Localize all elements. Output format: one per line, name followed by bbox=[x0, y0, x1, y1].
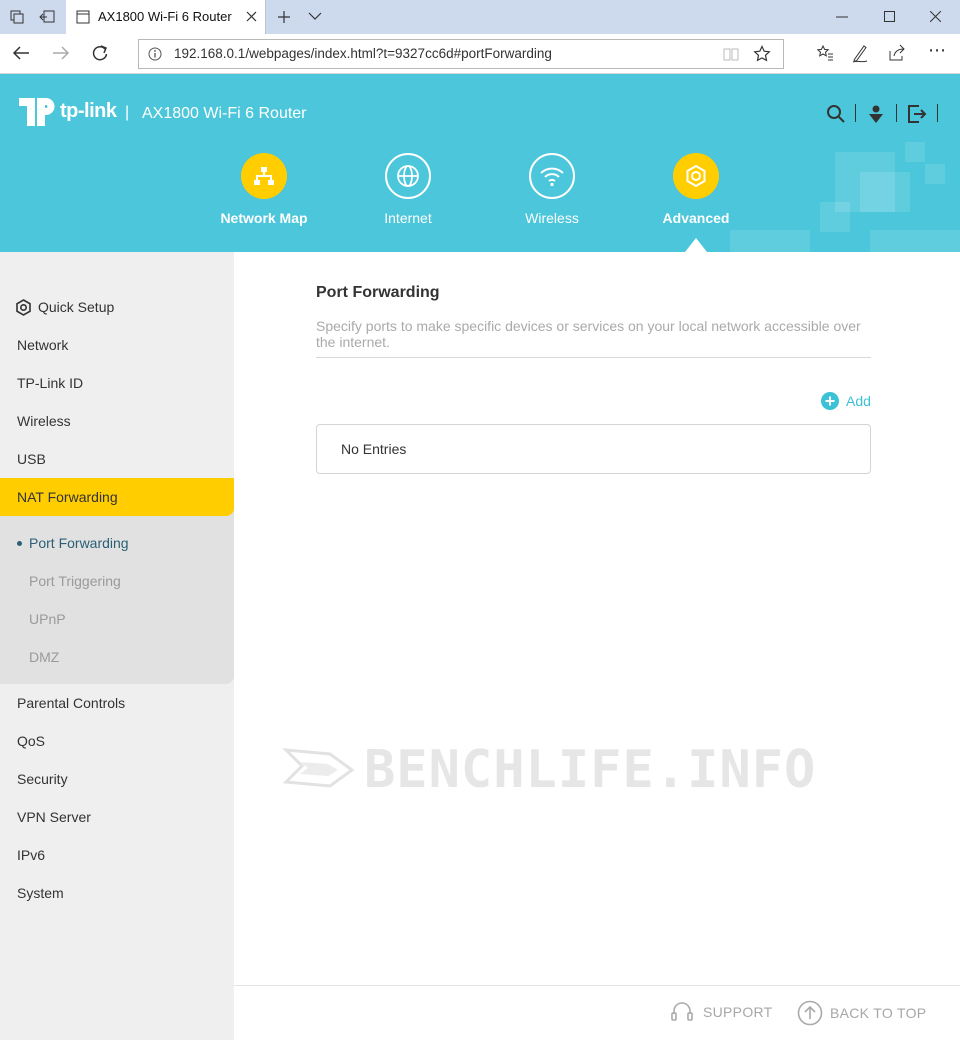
minimize-icon[interactable] bbox=[836, 16, 848, 18]
router-header: tp-link | AX1800 Wi-Fi 6 Router Network … bbox=[0, 74, 960, 252]
back-to-top-link[interactable]: BACK TO TOP bbox=[797, 1000, 926, 1026]
footer-divider bbox=[234, 985, 960, 986]
sidebar: Quick Setup Network TP-Link ID Wireless … bbox=[0, 252, 234, 1040]
sidebar-item-security[interactable]: Security bbox=[0, 760, 234, 798]
chevron-down-icon[interactable] bbox=[308, 12, 322, 21]
forward-arrow-icon[interactable] bbox=[52, 45, 70, 61]
sidebar-item-nat-forwarding[interactable]: NAT Forwarding bbox=[0, 478, 234, 516]
benchlife-logo-icon bbox=[282, 748, 355, 788]
entries-table: No Entries bbox=[316, 424, 871, 474]
router-model: AX1800 Wi-Fi 6 Router bbox=[142, 105, 307, 122]
reading-view-icon[interactable] bbox=[723, 47, 739, 62]
add-label: Add bbox=[846, 393, 871, 409]
sidebar-item-quick-setup[interactable]: Quick Setup bbox=[0, 288, 234, 326]
sidebar-item-label: Quick Setup bbox=[38, 299, 115, 315]
star-icon[interactable] bbox=[753, 45, 771, 63]
support-label: SUPPORT bbox=[703, 1004, 773, 1020]
divider bbox=[855, 104, 856, 122]
internet-globe-icon[interactable] bbox=[385, 153, 431, 199]
submenu-item-port-triggering[interactable]: Port Triggering bbox=[0, 562, 234, 600]
sidebar-item-wireless[interactable]: Wireless bbox=[0, 402, 234, 440]
sidebar-item-qos[interactable]: QoS bbox=[0, 722, 234, 760]
search-icon[interactable] bbox=[826, 104, 846, 124]
divider bbox=[896, 104, 897, 122]
watermark-text: BENCHLIFE.INFO bbox=[364, 740, 817, 800]
more-options-icon[interactable]: ⋯ bbox=[928, 40, 946, 61]
active-nav-indicator bbox=[685, 238, 707, 252]
page-description: Specify ports to make specific devices o… bbox=[316, 318, 861, 350]
header-separator: | bbox=[125, 104, 130, 121]
sidebar-item-vpn-server[interactable]: VPN Server bbox=[0, 798, 234, 836]
submenu-item-port-forwarding[interactable]: Port Forwarding bbox=[0, 524, 234, 562]
nav-wireless[interactable]: Wireless bbox=[482, 210, 622, 226]
browser-tab[interactable]: AX1800 Wi-Fi 6 Router bbox=[66, 0, 266, 34]
back-to-top-label: BACK TO TOP bbox=[830, 1005, 927, 1021]
network-map-nav-icon[interactable] bbox=[241, 153, 287, 199]
advanced-gear-icon[interactable] bbox=[673, 153, 719, 199]
headset-icon bbox=[671, 1002, 693, 1021]
nav-network-map[interactable]: Network Map bbox=[194, 210, 334, 226]
new-tab-icon[interactable] bbox=[277, 10, 291, 24]
share-icon[interactable] bbox=[888, 44, 906, 62]
page-title: Port Forwarding bbox=[316, 284, 440, 301]
arrow-up-circle-icon bbox=[797, 1000, 823, 1026]
sidebar-item-network[interactable]: Network bbox=[0, 326, 234, 364]
refresh-icon[interactable] bbox=[91, 44, 109, 62]
empty-state-text: No Entries bbox=[341, 441, 407, 457]
sidebar-item-tp-link-id[interactable]: TP-Link ID bbox=[0, 364, 234, 402]
info-icon[interactable] bbox=[148, 47, 162, 61]
submenu-item-upnp[interactable]: UPnP bbox=[0, 600, 234, 638]
favorites-icon[interactable] bbox=[816, 44, 834, 62]
submenu-item-dmz[interactable]: DMZ bbox=[0, 638, 234, 676]
back-arrow-icon[interactable] bbox=[12, 45, 30, 61]
browser-tab-bar: AX1800 Wi-Fi 6 Router bbox=[0, 0, 960, 34]
sidebar-item-parental-controls[interactable]: Parental Controls bbox=[0, 684, 234, 722]
address-bar[interactable]: 192.168.0.1/webpages/index.html?t=9327cc… bbox=[138, 39, 784, 69]
close-window-icon[interactable] bbox=[930, 11, 941, 22]
add-button[interactable]: Add bbox=[821, 391, 871, 411]
add-circle-icon bbox=[821, 392, 839, 410]
nav-advanced[interactable]: Advanced bbox=[626, 210, 766, 226]
page-icon bbox=[76, 10, 90, 24]
close-tab-icon[interactable] bbox=[246, 11, 257, 22]
tab-title: AX1800 Wi-Fi 6 Router bbox=[98, 9, 232, 24]
tp-link-logo-icon[interactable] bbox=[17, 92, 57, 128]
brand-name: tp-link bbox=[60, 100, 117, 122]
pen-icon[interactable] bbox=[851, 43, 869, 63]
tab-actions-icon[interactable] bbox=[6, 7, 28, 27]
url-text[interactable]: 192.168.0.1/webpages/index.html?t=9327cc… bbox=[174, 46, 552, 61]
sidebar-item-system[interactable]: System bbox=[0, 874, 234, 912]
divider bbox=[937, 104, 938, 122]
sidebar-item-ipv6[interactable]: IPv6 bbox=[0, 836, 234, 874]
quick-setup-gear-icon bbox=[16, 299, 31, 316]
sidebar-item-usb[interactable]: USB bbox=[0, 440, 234, 478]
set-tabs-aside-icon[interactable] bbox=[36, 7, 58, 27]
logout-icon[interactable] bbox=[907, 104, 927, 124]
wifi-icon[interactable] bbox=[529, 153, 575, 199]
divider bbox=[316, 357, 871, 358]
nav-internet[interactable]: Internet bbox=[338, 210, 478, 226]
cloud-user-icon[interactable] bbox=[866, 104, 886, 124]
support-link[interactable]: SUPPORT bbox=[670, 1000, 773, 1024]
maximize-icon[interactable] bbox=[884, 11, 895, 22]
